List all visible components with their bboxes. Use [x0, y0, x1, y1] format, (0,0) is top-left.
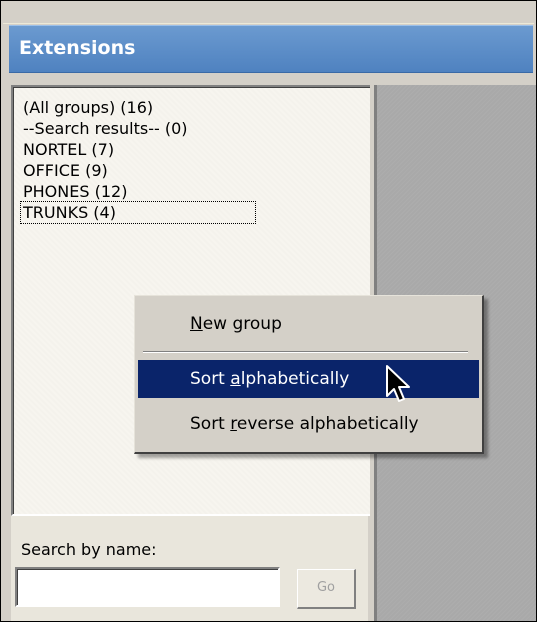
- menu-item-sort-reverse-alphabetically[interactable]: Sort reverse alphabetically: [138, 405, 479, 443]
- menu-item-new-group[interactable]: New group: [138, 305, 479, 343]
- extensions-window: Extensions (All groups) (16) --Search res…: [0, 0, 537, 622]
- list-item[interactable]: --Search results-- (0): [21, 118, 255, 139]
- go-button[interactable]: Go: [297, 569, 356, 609]
- mouse-pointer-icon: [386, 365, 410, 402]
- menu-item-label: New group: [190, 314, 282, 334]
- title-bar: Extensions: [9, 25, 533, 73]
- list-item[interactable]: PHONES (12): [21, 181, 255, 202]
- list-item[interactable]: NORTEL (7): [21, 139, 255, 160]
- panel-title: Extensions: [19, 37, 136, 59]
- menu-separator: [143, 351, 468, 353]
- search-input[interactable]: [15, 567, 280, 607]
- list-item[interactable]: OFFICE (9): [21, 160, 255, 181]
- menu-item-label: Sort alphabetically: [190, 369, 350, 389]
- menu-item-label: Sort reverse alphabetically: [190, 414, 419, 434]
- list-item[interactable]: (All groups) (16): [21, 97, 255, 118]
- top-strip: [3, 3, 534, 24]
- menu-item-sort-alphabetically[interactable]: Sort alphabetically: [138, 360, 479, 398]
- search-label: Search by name:: [21, 540, 157, 559]
- list-item[interactable]: TRUNKS (4): [20, 201, 256, 224]
- context-menu: New group Sort alphabetically Sort rever…: [134, 295, 484, 454]
